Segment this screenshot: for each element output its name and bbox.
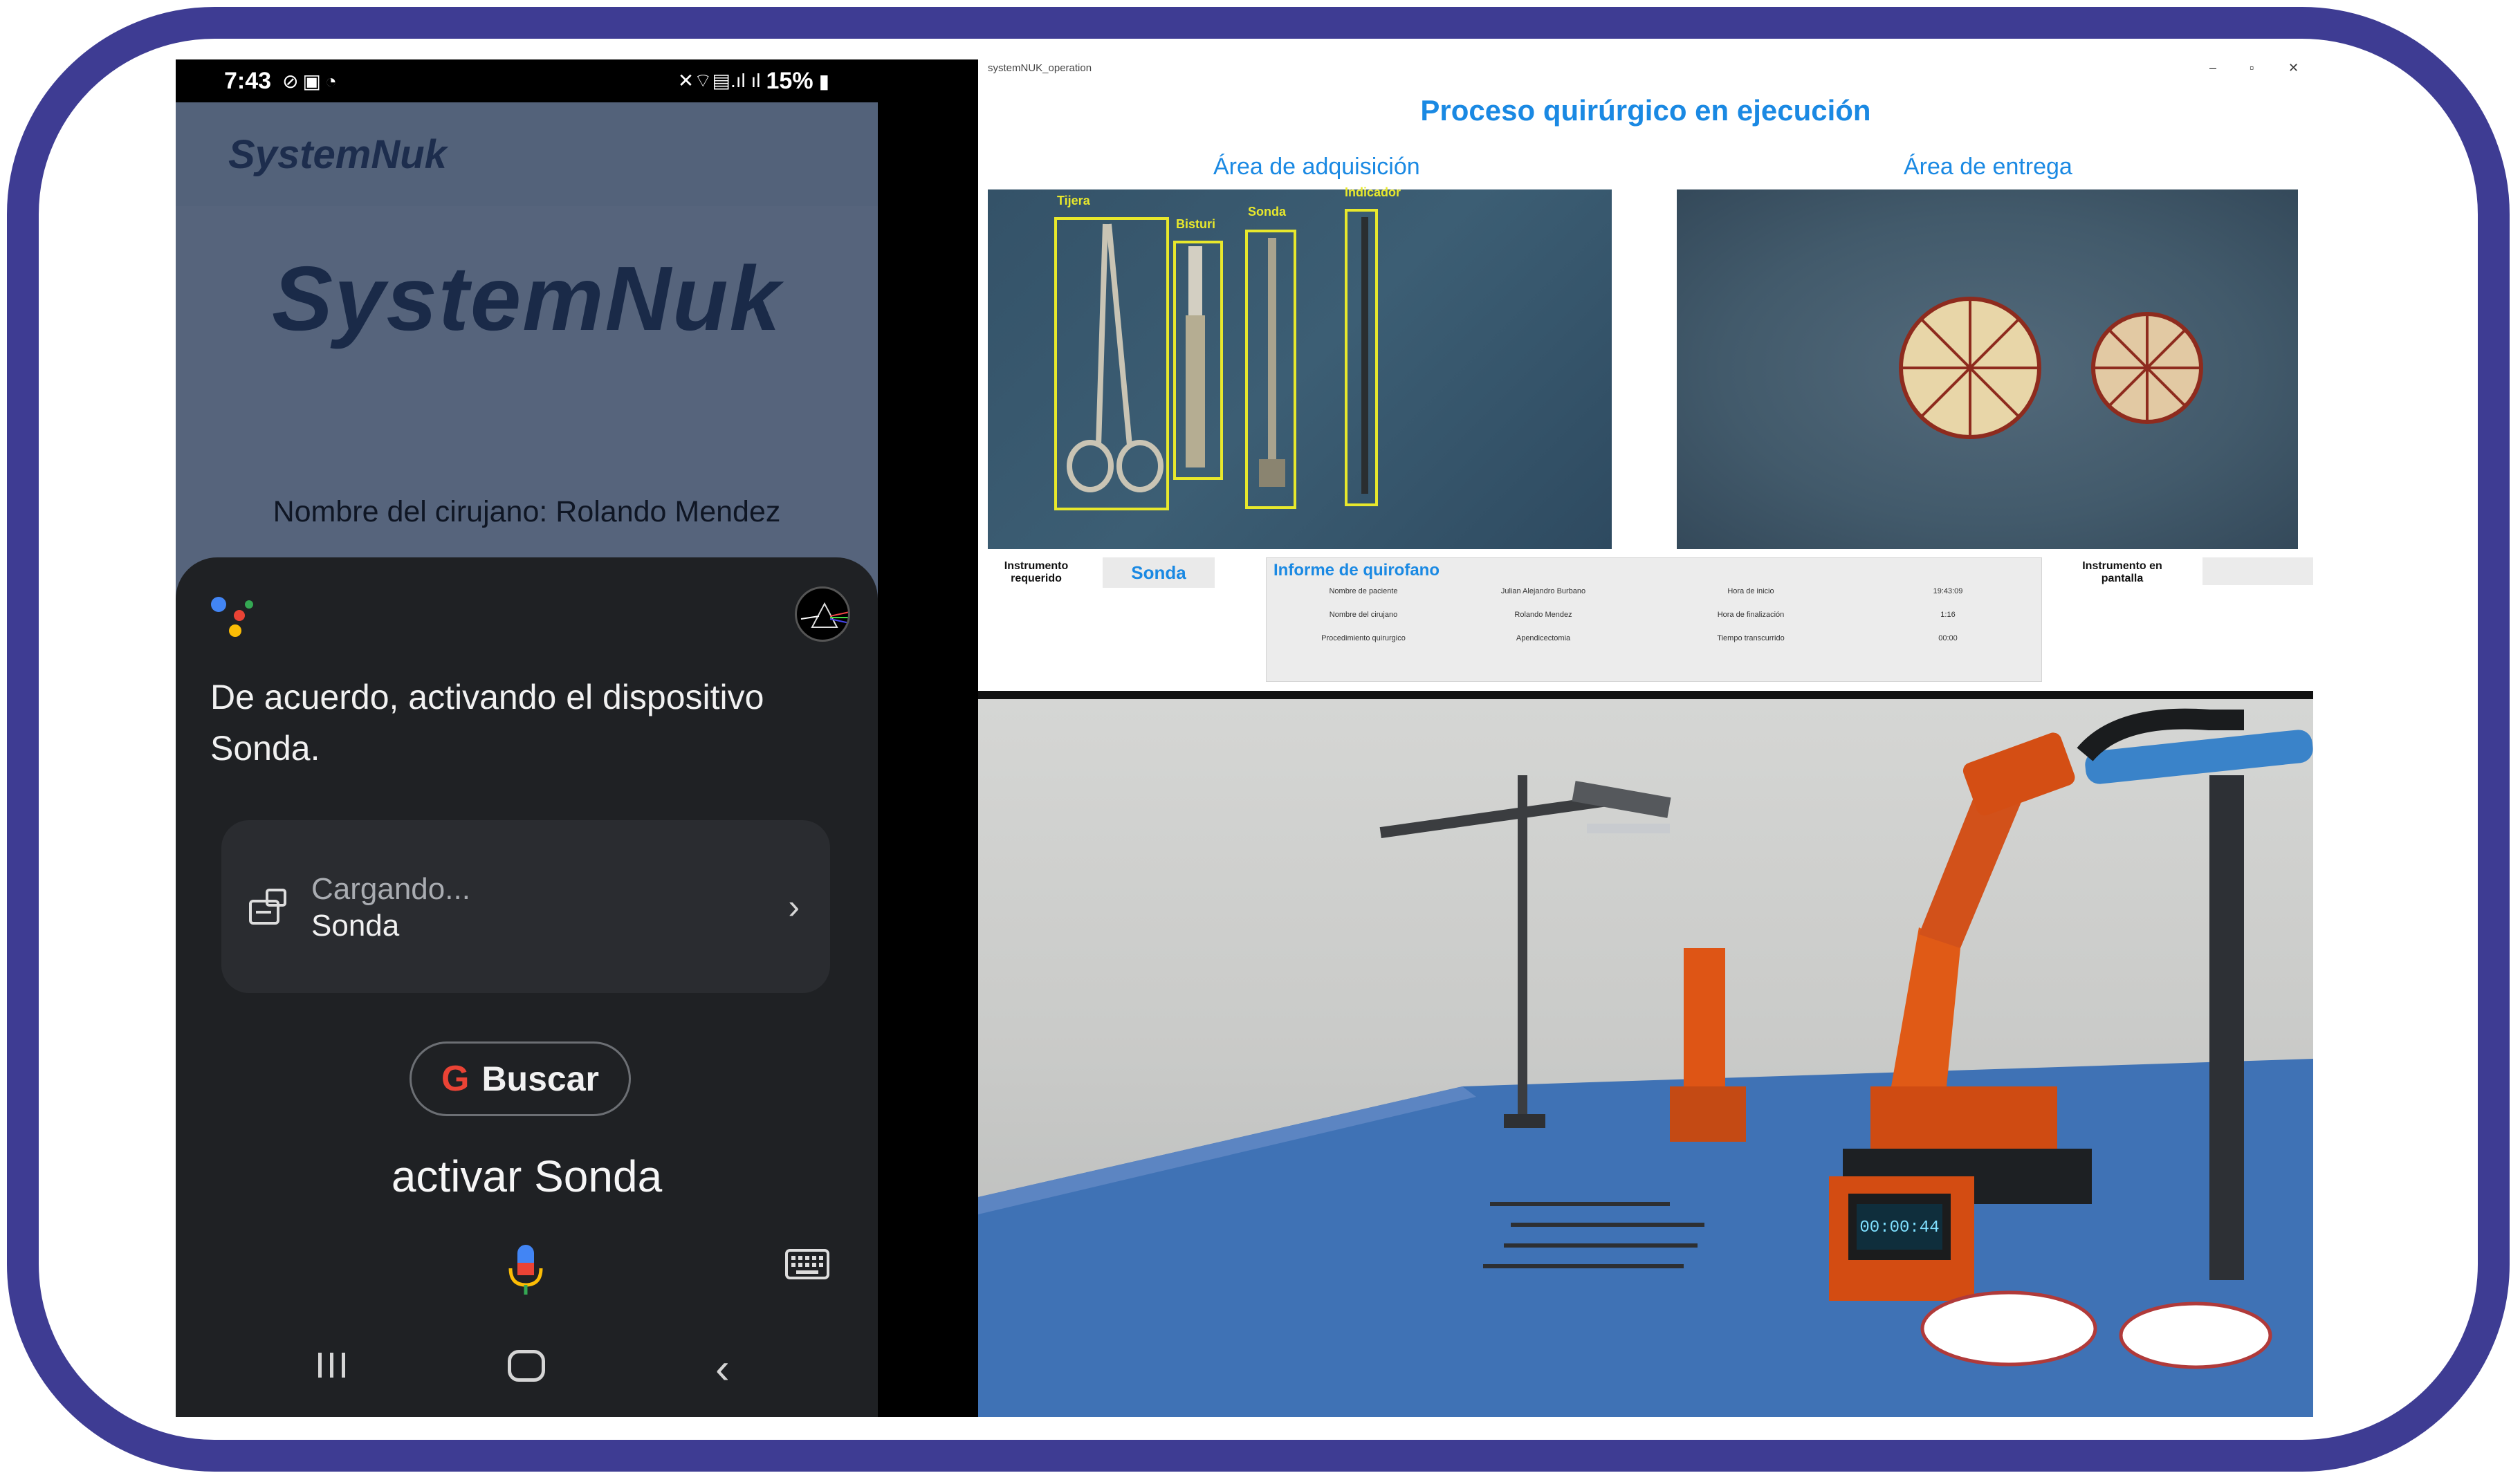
window-title: systemNUK_operation bbox=[988, 62, 1092, 74]
notification-icons: ⊘▣◔ bbox=[282, 70, 341, 92]
microphone-icon[interactable] bbox=[506, 1242, 545, 1297]
avatar[interactable] bbox=[795, 586, 850, 642]
required-instrument-value: Sonda bbox=[1103, 557, 1215, 588]
surgery-report: Informe de quirofano Nombre de paciente … bbox=[1266, 557, 2042, 682]
surgeon-name: Nombre del cirujano: Rolando Mendez bbox=[273, 495, 781, 528]
close-icon[interactable]: ✕ bbox=[2288, 61, 2299, 75]
report-cell: Nombre de paciente bbox=[1329, 587, 1398, 595]
assistant-panel: De acuerdo, activando el dispositivo Son… bbox=[176, 557, 878, 1417]
battery-icon: ▮ bbox=[818, 70, 829, 92]
chevron-right-icon: › bbox=[788, 887, 800, 926]
required-instrument-label: Instrumento requerido bbox=[1004, 560, 1069, 584]
keyboard-icon[interactable] bbox=[785, 1249, 829, 1279]
robot-display-time: 00:00:44 bbox=[1859, 1219, 1939, 1237]
app-topbar-title: SystemNuk bbox=[228, 132, 447, 177]
screen-instrument-label: Instrumento en pantalla bbox=[2082, 560, 2162, 584]
back-icon[interactable]: ‹ bbox=[715, 1344, 730, 1393]
screen-divider bbox=[878, 59, 978, 1417]
delivery-area-label: Área de entrega bbox=[1904, 154, 2072, 180]
google-icon: G bbox=[441, 1059, 470, 1099]
report-cell: Hora de finalización bbox=[1717, 611, 1785, 619]
report-cell: Nombre del cirujano bbox=[1329, 611, 1398, 619]
assistant-logo-icon bbox=[211, 597, 253, 637]
home-icon[interactable] bbox=[508, 1350, 545, 1382]
acquisition-area-label: Área de adquisición bbox=[1213, 154, 1420, 180]
report-cell: Procedimiento quirurgico bbox=[1321, 634, 1406, 642]
report-title: Informe de quirofano bbox=[1273, 561, 1440, 580]
detection-label-tijera: Tijera bbox=[1057, 194, 1090, 207]
card-status: Cargando... bbox=[311, 872, 470, 906]
delivery-trays-image bbox=[1899, 297, 2203, 439]
acquisition-camera-feed: Tijera Bisturi Sonda Indicador bbox=[988, 185, 1612, 549]
report-cell: Hora de inicio bbox=[1727, 587, 1774, 595]
screen-instrument-value bbox=[2202, 557, 2313, 585]
robot-arm-scene: 00:00:44 bbox=[978, 708, 2313, 1417]
recent-apps-icon[interactable] bbox=[314, 1350, 350, 1380]
minimize-icon[interactable]: – bbox=[2209, 61, 2216, 75]
search-button-label: Buscar bbox=[481, 1059, 599, 1098]
signal-icons: ✕⌔▤.ıl ıl bbox=[677, 69, 761, 91]
report-cell: Apendicectomia bbox=[1516, 634, 1571, 642]
card-title: Sonda bbox=[311, 909, 400, 943]
status-time: 7:43 bbox=[224, 67, 272, 94]
loading-card[interactable]: Cargando... Sonda › bbox=[221, 820, 830, 993]
detection-label-indicador: Indicador bbox=[1345, 185, 1401, 199]
maximize-icon[interactable]: ▫ bbox=[2250, 61, 2254, 75]
window-titlebar: systemNUK_operation – ▫ ✕ bbox=[978, 59, 2313, 76]
delivery-camera-feed bbox=[1677, 189, 2298, 549]
operation-window: systemNUK_operation – ▫ ✕ Proceso quirúr… bbox=[978, 59, 2313, 699]
detection-label-bisturi: Bisturi bbox=[1176, 217, 1216, 231]
report-cell: 00:00 bbox=[1938, 634, 1958, 642]
search-button[interactable]: G Buscar bbox=[410, 1041, 631, 1116]
report-cell: 1:16 bbox=[1940, 611, 1956, 619]
report-grid: Nombre de paciente Julian Alejandro Burb… bbox=[1280, 587, 2034, 642]
info-row: Instrumento requerido Sonda Informe de q… bbox=[988, 557, 2313, 696]
voice-query: activar Sonda bbox=[391, 1151, 663, 1201]
navigation-bar: ‹ bbox=[176, 1325, 878, 1417]
report-cell: Tiempo transcurrido bbox=[1717, 634, 1785, 642]
app-logo: SystemNuk bbox=[272, 248, 782, 349]
phone-screen: 7:43 ⊘▣◔ ✕⌔▤.ıl ıl 15% ▮ SystemNuk Syste… bbox=[176, 59, 878, 1417]
instruments-image bbox=[1054, 209, 1378, 510]
app-topbar: SystemNuk bbox=[176, 102, 878, 206]
device-icon bbox=[249, 889, 286, 925]
robot-video-feed: 00:00:44 bbox=[978, 699, 2313, 1417]
battery-level: 15% bbox=[766, 67, 813, 94]
prism-icon bbox=[800, 602, 848, 628]
report-cell: 19:43:09 bbox=[1933, 587, 1963, 595]
report-cell: Rolando Mendez bbox=[1514, 611, 1572, 619]
status-bar: 7:43 ⊘▣◔ ✕⌔▤.ıl ıl 15% ▮ bbox=[176, 59, 878, 102]
status-right: ✕⌔▤.ıl ıl 15% ▮ bbox=[678, 68, 829, 95]
page-title: Proceso quirúrgico en ejecución bbox=[1420, 94, 1871, 127]
detection-label-sonda: Sonda bbox=[1248, 205, 1287, 219]
report-cell: Julian Alejandro Burbano bbox=[1500, 587, 1586, 595]
assistant-response: De acuerdo, activando el dispositivo Son… bbox=[210, 678, 764, 768]
